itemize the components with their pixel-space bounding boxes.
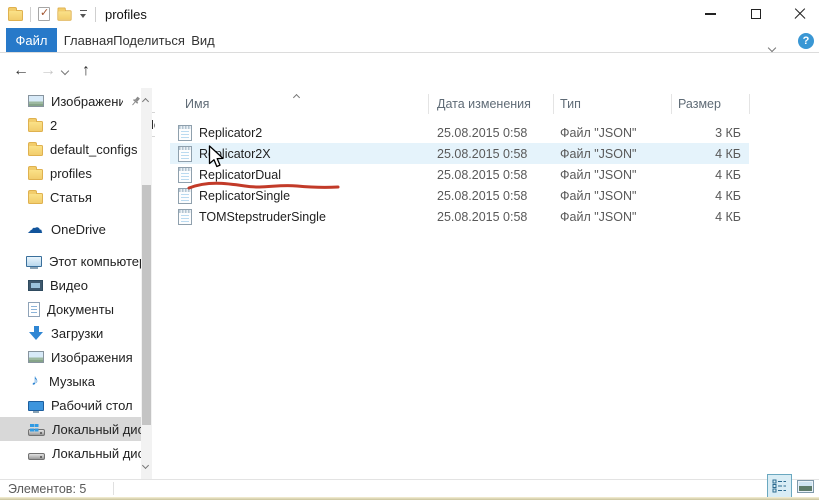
folder-icon [28, 166, 43, 180]
sidebar-item-videos[interactable]: Видео [0, 273, 141, 297]
sidebar-item-default-configs[interactable]: default_configs [0, 137, 141, 161]
minimize-icon [704, 13, 716, 15]
tab-view[interactable]: Вид [181, 28, 225, 52]
json-file-icon [178, 208, 192, 225]
folder-icon [28, 142, 43, 156]
pictures-icon [28, 351, 44, 363]
thumbnails-view-button[interactable] [795, 478, 816, 494]
sidebar-item-onedrive[interactable]: ☁ OneDrive [0, 217, 141, 241]
status-separator [113, 482, 114, 495]
column-header-date[interactable]: Дата изменения [428, 92, 553, 116]
tab-home[interactable]: Главная [60, 28, 117, 52]
chevron-down-icon [60, 66, 70, 76]
tab-share[interactable]: Поделиться [113, 28, 185, 52]
titlebar: ✓ profiles [0, 0, 819, 28]
properties-qat-button[interactable]: ✓ [38, 7, 50, 21]
sidebar-item-this-pc[interactable]: Этот компьютер [0, 249, 141, 273]
up-button[interactable]: ↑ [82, 53, 90, 88]
download-arrow-icon [28, 325, 44, 341]
close-icon [794, 8, 806, 20]
sidebar-item-local-disk-c[interactable]: Локальный дис [0, 417, 141, 441]
navigation-bar: ← → ↑ « Локальный диск (C:) › Program Fi… [0, 53, 819, 137]
sidebar-item-desktop[interactable]: Рабочий стол [0, 393, 141, 417]
sidebar-item-documents[interactable]: Документы [0, 297, 141, 321]
sidebar-item-music[interactable]: ♪ Музыка [0, 369, 141, 393]
app-folder-icon [8, 7, 23, 21]
folder-icon [28, 118, 43, 132]
sidebar-item-downloads[interactable]: Загрузки [0, 321, 141, 345]
new-folder-qat-button[interactable] [57, 7, 72, 21]
explorer-window: ✓ profiles Файл Главная Поделиться Вид ?… [0, 0, 819, 500]
column-separator[interactable] [749, 94, 750, 114]
titlebar-separator [95, 6, 96, 22]
column-headers: Имя Дата изменения Тип Размер [170, 92, 749, 116]
sort-ascending-icon [292, 88, 301, 103]
items-count: Элементов: 5 [8, 482, 87, 496]
music-note-icon: ♪ [31, 372, 39, 389]
sidebar-item-2[interactable]: 2 [0, 113, 141, 137]
help-button[interactable]: ? [798, 33, 814, 49]
sidebar-item-statya[interactable]: Статья [0, 185, 141, 209]
sidebar-item-pictures-pinned[interactable]: Изображени [0, 89, 141, 113]
sidebar-scrollbar[interactable] [141, 88, 152, 479]
video-icon [28, 279, 43, 291]
sidebar-item-local-disk-d[interactable]: Локальный дис [0, 441, 141, 465]
column-separator[interactable] [553, 94, 554, 114]
json-file-icon [178, 145, 192, 162]
forward-button[interactable]: → [40, 53, 56, 88]
computer-icon [26, 256, 42, 269]
folder-icon [28, 190, 43, 204]
navigation-pane: Изображени 2 default_configs profiles Ст… [0, 88, 152, 479]
sidebar-item-pictures[interactable]: Изображения [0, 345, 141, 369]
back-button[interactable]: ← [13, 53, 29, 88]
titlebar-separator [30, 6, 31, 22]
file-row-replicatordual[interactable]: ReplicatorDual 25.08.2015 0:58 Файл "JSO… [170, 164, 749, 185]
json-file-icon [178, 166, 192, 183]
tab-file[interactable]: Файл [6, 28, 57, 52]
file-row-replicatorsingle[interactable]: ReplicatorSingle 25.08.2015 0:58 Файл "J… [170, 185, 749, 206]
ribbon-collapse-button[interactable] [767, 39, 777, 54]
pin-icon [132, 96, 140, 105]
details-view-button[interactable] [767, 474, 792, 498]
system-drive-icon [28, 423, 45, 436]
column-header-size[interactable]: Размер [671, 92, 749, 116]
onedrive-cloud-icon: ☁ [27, 220, 43, 237]
file-row-tomstepstrudersingle[interactable]: TOMStepstruderSingle 25.08.2015 0:58 Фай… [170, 206, 749, 227]
status-bar: Элементов: 5 [0, 474, 819, 498]
json-file-icon [178, 124, 192, 141]
file-row-replicator2x[interactable]: Replicator2X 25.08.2015 0:58 Файл "JSON"… [170, 143, 749, 164]
scrollbar-thumb[interactable] [142, 185, 151, 425]
minimize-button[interactable] [693, 0, 727, 28]
ribbon-tab-bar: Файл Главная Поделиться Вид ? [0, 28, 819, 53]
details-view-icon [772, 479, 786, 493]
column-header-type[interactable]: Тип [553, 92, 671, 116]
desktop-icon [28, 400, 44, 413]
scroll-up-icon[interactable] [141, 92, 150, 107]
document-icon [28, 301, 40, 317]
customize-qat-chevron-icon[interactable] [79, 9, 88, 19]
recent-locations-button[interactable] [60, 66, 70, 76]
thumbnails-view-icon [797, 479, 814, 493]
column-separator[interactable] [671, 94, 672, 114]
chevron-down-icon [767, 43, 777, 53]
pictures-icon [28, 95, 44, 107]
check-icon: ✓ [40, 7, 50, 19]
json-file-icon [178, 187, 192, 204]
maximize-icon [751, 9, 761, 19]
file-list-pane: Имя Дата изменения Тип Размер Replicator… [155, 88, 819, 479]
column-separator[interactable] [428, 94, 429, 114]
maximize-button[interactable] [739, 0, 773, 28]
window-title: profiles [105, 6, 147, 22]
close-button[interactable] [783, 0, 817, 28]
drive-icon [28, 452, 45, 460]
file-row-replicator2[interactable]: Replicator2 25.08.2015 0:58 Файл "JSON" … [170, 122, 749, 143]
sidebar-item-profiles[interactable]: profiles [0, 161, 141, 185]
scroll-down-icon[interactable] [141, 456, 150, 471]
